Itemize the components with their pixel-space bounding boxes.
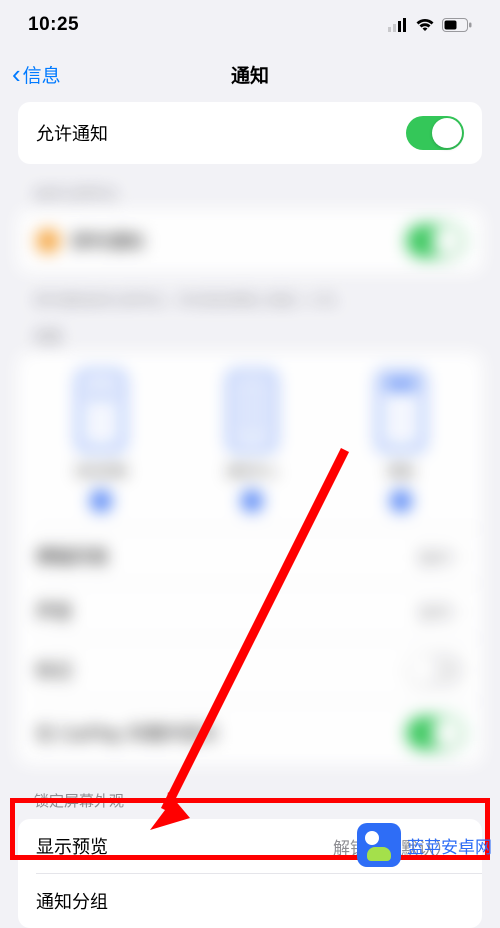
time-sensitive-icon	[36, 229, 60, 253]
alerts-header: 提醒	[34, 327, 466, 347]
allow-notifications-card: 允许通知	[18, 102, 482, 164]
carplay-row[interactable]: 在 CarPlay 车载中显示	[18, 702, 482, 764]
time-sensitive-label: 即时通知	[72, 228, 406, 254]
opt-banner-radio[interactable]	[390, 490, 412, 512]
opt-center-radio[interactable]	[241, 490, 263, 512]
grouping-label: 通知分组	[36, 888, 108, 914]
alerts-card: 锁定屏幕 通知中心 横幅 横幅风格 临时 › 声音 音符 ›	[18, 353, 482, 764]
status-bar: 10:25	[0, 0, 500, 50]
watermark: 蓝苹安卓网	[357, 823, 492, 867]
lock-screen-icon	[77, 371, 125, 451]
banner-style-label: 横幅风格	[36, 543, 108, 569]
wifi-icon	[415, 18, 435, 32]
status-indicators	[388, 18, 472, 32]
badges-label: 标记	[36, 657, 72, 683]
sounds-value: 音符	[418, 599, 452, 624]
back-button[interactable]: ‹ 信息	[12, 61, 61, 88]
carplay-label: 在 CarPlay 车载中显示	[36, 720, 218, 746]
back-label: 信息	[23, 61, 61, 88]
sounds-label: 声音	[36, 598, 72, 624]
allow-toggle[interactable]	[406, 116, 464, 150]
chevron-right-icon: ›	[458, 601, 464, 622]
nav-header: ‹ 信息 通知	[0, 50, 500, 98]
opt-center-label: 通知中心	[226, 461, 278, 480]
alert-option-center[interactable]: 通知中心	[226, 371, 278, 512]
sounds-row[interactable]: 声音 音符 ›	[18, 584, 482, 638]
notification-grouping-row[interactable]: 通知分组	[18, 874, 482, 928]
banner-style-row[interactable]: 横幅风格 临时 ›	[18, 529, 482, 583]
watermark-text: 蓝苹安卓网	[407, 833, 492, 858]
badges-toggle[interactable]	[406, 653, 464, 687]
alert-option-banner[interactable]: 横幅	[377, 371, 425, 512]
cellular-icon	[388, 18, 408, 32]
lock-section-header: 锁定屏幕外观	[34, 790, 466, 811]
watermark-icon	[357, 823, 401, 867]
allow-label: 允许通知	[36, 120, 108, 146]
time-sensitive-toggle[interactable]	[406, 224, 464, 258]
time-sensitive-row[interactable]: 即时通知	[18, 210, 482, 272]
allow-notifications-row[interactable]: 允许通知	[18, 102, 482, 164]
chevron-right-icon: ›	[458, 546, 464, 567]
banner-style-value: 临时	[418, 544, 452, 569]
opt-lock-radio[interactable]	[90, 490, 112, 512]
opt-lock-label: 锁定屏幕	[75, 461, 127, 480]
show-preview-label: 显示预览	[36, 833, 108, 859]
page-title: 通知	[231, 61, 269, 88]
carplay-toggle[interactable]	[406, 716, 464, 750]
alert-option-lock[interactable]: 锁定屏幕	[75, 371, 127, 512]
time-sensitive-header: 始终立即传达	[34, 184, 466, 204]
badges-row[interactable]: 标记	[18, 639, 482, 701]
opt-banner-label: 横幅	[388, 461, 414, 480]
blurred-content: 始终立即传达 即时通知 即时通知始终立即传达，并在锁定屏幕上保留 1 小时。 提…	[0, 184, 500, 764]
chevron-left-icon: ‹	[12, 61, 21, 87]
battery-icon	[442, 18, 472, 32]
time-sensitive-foot: 即时通知始终立即传达，并在锁定屏幕上保留 1 小时。	[34, 290, 466, 309]
notification-center-icon	[228, 371, 276, 451]
banner-icon	[377, 371, 425, 451]
status-time: 10:25	[28, 14, 79, 36]
